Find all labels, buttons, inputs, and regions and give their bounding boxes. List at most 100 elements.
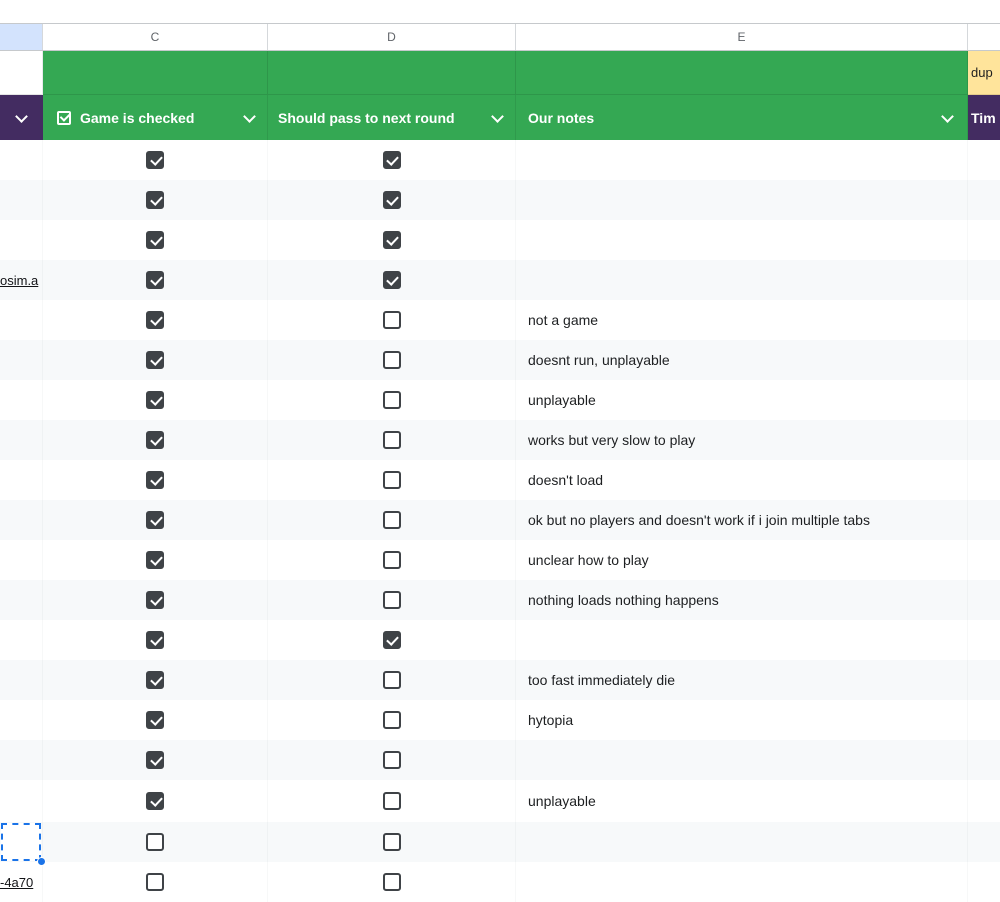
cell-pass-next-round[interactable] (268, 340, 516, 380)
cell-f[interactable] (968, 300, 1000, 340)
column-header-e[interactable]: E (516, 24, 968, 50)
filter-header-right-partial[interactable]: Tim (968, 95, 1000, 140)
cell-game-checked[interactable] (43, 822, 268, 862)
cell-b[interactable] (0, 700, 43, 740)
cell-b[interactable] (0, 580, 43, 620)
cell-game-checked[interactable] (43, 500, 268, 540)
cell-pass-next-round[interactable] (268, 260, 516, 300)
cell-note[interactable] (516, 140, 968, 180)
cell-f[interactable] (968, 580, 1000, 620)
checkbox-pass-next[interactable] (382, 751, 401, 769)
cell-b[interactable] (0, 340, 43, 380)
cell-b[interactable] (0, 220, 43, 260)
checkbox-game-checked[interactable] (146, 833, 164, 851)
chevron-down-icon[interactable] (244, 112, 255, 123)
cell-pass-next-round[interactable] (268, 300, 516, 340)
cell-pass-next-round[interactable] (268, 660, 516, 700)
cell-note[interactable]: unplayable (516, 780, 968, 822)
cell-b[interactable]: -4a70 (0, 862, 43, 902)
cell-note[interactable] (516, 740, 968, 780)
cell-game-checked[interactable] (43, 380, 268, 420)
cell-game-checked[interactable] (43, 620, 268, 660)
chevron-down-icon[interactable] (492, 112, 503, 123)
cell-f[interactable] (968, 740, 1000, 780)
chevron-down-icon[interactable] (942, 112, 953, 123)
cell-game-checked[interactable] (43, 460, 268, 500)
banner-cell-c[interactable] (43, 51, 268, 95)
cell-pass-next-round[interactable] (268, 862, 516, 902)
cell-b[interactable] (0, 420, 43, 460)
cell-note[interactable] (516, 260, 968, 300)
checkbox-game-checked[interactable] (146, 511, 164, 529)
cell-pass-next-round[interactable] (268, 500, 516, 540)
checkbox-game-checked[interactable] (146, 631, 164, 649)
checkbox-pass-next[interactable] (382, 873, 401, 891)
cell-note[interactable]: not a game (516, 300, 968, 340)
checkbox-game-checked[interactable] (146, 751, 164, 769)
cell-f[interactable] (968, 620, 1000, 660)
cell-b[interactable] (0, 140, 43, 180)
cell-note[interactable] (516, 862, 968, 902)
cell-b[interactable] (0, 660, 43, 700)
cell-f[interactable] (968, 340, 1000, 380)
banner-cell-dup[interactable]: dup (968, 51, 1000, 95)
cell-pass-next-round[interactable] (268, 822, 516, 862)
checkbox-pass-next[interactable] (382, 511, 401, 529)
cell-b[interactable] (0, 300, 43, 340)
cell-game-checked[interactable] (43, 580, 268, 620)
checkbox-pass-next[interactable] (382, 151, 401, 169)
cell-note[interactable]: hytopia (516, 700, 968, 740)
checkbox-pass-next[interactable] (382, 711, 401, 729)
checkbox-game-checked[interactable] (146, 351, 164, 369)
checkbox-pass-next[interactable] (382, 311, 401, 329)
checkbox-game-checked[interactable] (146, 551, 164, 569)
link-fragment[interactable]: osim.a (0, 273, 42, 288)
cell-b[interactable] (0, 740, 43, 780)
checkbox-pass-next[interactable] (382, 671, 401, 689)
cell-note[interactable] (516, 822, 968, 862)
filter-header-game-checked[interactable]: Game is checked (43, 95, 268, 140)
cell-pass-next-round[interactable] (268, 460, 516, 500)
cell-b[interactable] (0, 540, 43, 580)
cell-game-checked[interactable] (43, 300, 268, 340)
cell-game-checked[interactable] (43, 780, 268, 822)
checkbox-pass-next[interactable] (382, 231, 401, 249)
cell-pass-next-round[interactable] (268, 140, 516, 180)
cell-game-checked[interactable] (43, 180, 268, 220)
checkbox-game-checked[interactable] (146, 711, 164, 729)
cell-pass-next-round[interactable] (268, 620, 516, 660)
checkbox-pass-next[interactable] (382, 191, 401, 209)
checkbox-pass-next[interactable] (382, 431, 401, 449)
cell-f[interactable] (968, 140, 1000, 180)
cell-game-checked[interactable] (43, 862, 268, 902)
cell-note[interactable] (516, 620, 968, 660)
cell-game-checked[interactable] (43, 140, 268, 180)
checkbox-pass-next[interactable] (382, 471, 401, 489)
cell-pass-next-round[interactable] (268, 700, 516, 740)
cell-note[interactable]: unplayable (516, 380, 968, 420)
chevron-down-icon[interactable] (16, 112, 27, 123)
checkbox-pass-next[interactable] (382, 591, 401, 609)
checkbox-pass-next[interactable] (382, 551, 401, 569)
cell-game-checked[interactable] (43, 660, 268, 700)
filter-header-pass-next-round[interactable]: Should pass to next round (268, 95, 516, 140)
checkbox-game-checked[interactable] (146, 671, 164, 689)
cell-pass-next-round[interactable] (268, 180, 516, 220)
cell-pass-next-round[interactable] (268, 380, 516, 420)
cell-game-checked[interactable] (43, 220, 268, 260)
cell-note[interactable] (516, 180, 968, 220)
cell-note[interactable]: ok but no players and doesn't work if i … (516, 500, 968, 540)
cell-note[interactable]: doesn't load (516, 460, 968, 500)
cell-f[interactable] (968, 660, 1000, 700)
cell-f[interactable] (968, 420, 1000, 460)
cell-note[interactable]: too fast immediately die (516, 660, 968, 700)
cell-f[interactable] (968, 460, 1000, 500)
column-header-b[interactable] (0, 24, 43, 50)
checkbox-game-checked[interactable] (146, 231, 164, 249)
checkbox-pass-next[interactable] (382, 271, 401, 289)
cell-game-checked[interactable] (43, 260, 268, 300)
cell-b[interactable] (0, 620, 43, 660)
cell-b[interactable]: osim.a (0, 260, 43, 300)
cell-b[interactable] (0, 822, 46, 866)
cell-b[interactable] (0, 380, 43, 420)
